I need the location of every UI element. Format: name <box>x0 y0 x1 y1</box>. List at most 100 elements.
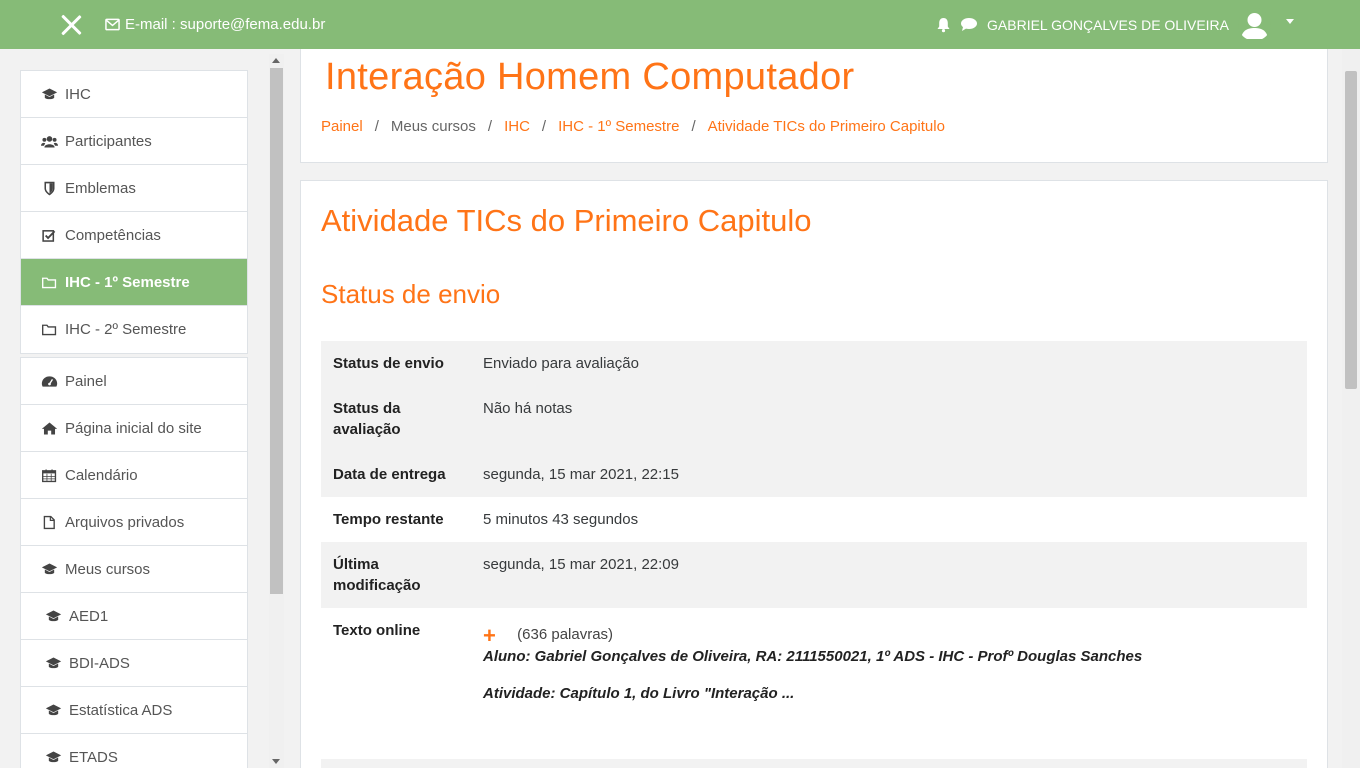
row-label: Última modificação <box>321 542 471 608</box>
submission-status-table: Status de envio Enviado para avaliação S… <box>321 341 1307 716</box>
table-row: Status de envio Enviado para avaliação <box>321 341 1307 386</box>
breadcrumb-ihc[interactable]: IHC <box>504 118 530 135</box>
sidebar-item-label: Página inicial do site <box>65 419 202 437</box>
page-scrollbar[interactable] <box>1342 49 1360 768</box>
graduation-cap-icon <box>41 88 58 99</box>
sidebar-item-label: BDI-ADS <box>69 654 130 672</box>
user-avatar[interactable] <box>1238 8 1271 41</box>
row-value: 5 minutos 43 segundos <box>483 511 639 528</box>
breadcrumb-painel[interactable]: Painel <box>321 118 363 135</box>
sidebar-item-calendario[interactable]: Calendário <box>21 452 247 499</box>
envelope-icon <box>105 18 120 31</box>
sidebar-item-arquivos-privados[interactable]: Arquivos privados <box>21 499 247 546</box>
breadcrumb: Painel / Meus cursos / IHC / IHC - 1º Se… <box>321 118 945 135</box>
sidebar-item-painel[interactable]: Painel <box>21 358 247 405</box>
row-label-text: Última modificação <box>333 556 421 594</box>
table-row: Status da avaliação Não há notas <box>321 386 1307 452</box>
row-label: Status da avaliação <box>321 386 471 452</box>
support-email-link[interactable]: E-mail : suporte@fema.edu.br <box>105 16 325 33</box>
dashboard-icon <box>41 375 58 387</box>
bell-icon[interactable] <box>936 17 951 33</box>
folder-icon <box>42 324 57 336</box>
sidebar-item-competencias[interactable]: Competências <box>21 212 247 259</box>
sidebar-item-label: IHC <box>65 85 91 103</box>
sidebar-item-ihc-1-semestre[interactable]: IHC - 1º Semestre <box>21 259 247 306</box>
sidebar-item-emblemas[interactable]: Emblemas <box>21 165 247 212</box>
row-value: Não há notas <box>471 386 1307 452</box>
sidebar-item-label: Arquivos privados <box>65 513 185 531</box>
table-row: Tempo restante 5 minutos 43 segundos <box>321 497 1307 542</box>
sidebar-item-pagina-inicial[interactable]: Página inicial do site <box>21 405 247 452</box>
table-row <box>321 759 1307 768</box>
row-label-text: Status da avaliação <box>333 400 401 438</box>
course-nav-group: IHC Participantes Emblemas Competências … <box>20 70 248 354</box>
row-value: segunda, 15 mar 2021, 22:15 <box>471 452 1307 497</box>
sidebar-scrollbar[interactable] <box>269 54 284 768</box>
users-icon <box>41 135 58 147</box>
table-row: Última modificação segunda, 15 mar 2021,… <box>321 542 1307 608</box>
breadcrumb-meus-cursos: Meus cursos <box>390 118 476 135</box>
sidebar-item-meus-cursos[interactable]: Meus cursos <box>21 546 247 593</box>
sidebar-item-label: Painel <box>65 372 107 390</box>
main-region: Interação Homem Computador Painel / Meus… <box>286 49 1342 768</box>
chevron-down-icon[interactable] <box>1286 19 1294 24</box>
sidebar-item-ihc[interactable]: IHC <box>21 71 247 118</box>
breadcrumb-separator: / <box>541 118 547 135</box>
page-scrollbar-thumb[interactable] <box>1345 71 1357 389</box>
graduation-cap-icon <box>45 751 62 763</box>
sidebar-item-label: IHC - 1º Semestre <box>65 273 190 291</box>
sidebar-drawer: IHC Participantes Emblemas Competências … <box>0 49 286 768</box>
user-menu: GABRIEL GONÇALVES DE OLIVEIRA <box>936 8 1294 41</box>
online-text-cell: + (636 palavras) Aluno: Gabriel Gonçalve… <box>471 608 1307 716</box>
scroll-up-arrow-icon[interactable] <box>272 58 280 63</box>
expand-plus-icon[interactable]: + <box>483 624 513 646</box>
sidebar-item-label: AED1 <box>69 607 109 625</box>
sidebar-item-bdi-ads[interactable]: BDI-ADS <box>21 640 247 687</box>
sidebar-item-etads[interactable]: ETADS <box>21 734 247 768</box>
breadcrumb-ihc-1-semestre[interactable]: IHC - 1º Semestre <box>558 118 679 135</box>
table-row: Data de entrega segunda, 15 mar 2021, 22… <box>321 452 1307 497</box>
page-title: Interação Homem Computador <box>325 56 855 98</box>
word-count: (636 palavras) <box>517 626 614 643</box>
assignment-title: Atividade TICs do Primeiro Capitulo <box>321 203 812 238</box>
calendar-icon <box>42 469 57 482</box>
graduation-cap-icon <box>45 704 62 715</box>
sidebar-item-label: IHC - 2º Semestre <box>65 321 187 338</box>
sidebar-item-aed1[interactable]: AED1 <box>21 593 247 640</box>
chat-bubble-icon[interactable] <box>960 17 978 32</box>
graduation-cap-icon <box>45 657 62 668</box>
shield-icon <box>44 181 55 195</box>
close-drawer-icon[interactable] <box>58 12 84 38</box>
top-navbar: E-mail : suporte@fema.edu.br GABRIEL GON… <box>0 0 1360 49</box>
sidebar-item-label: ETADS <box>69 749 118 766</box>
row-label: Status de envio <box>321 341 471 386</box>
folder-icon <box>42 277 57 288</box>
online-text-line-2: Atividade: Capítulo 1, do Livro "Interaç… <box>483 684 795 702</box>
submission-status-heading: Status de envio <box>321 279 501 309</box>
site-nav-group: Painel Página inicial do site Calendário… <box>20 357 248 768</box>
user-name[interactable]: GABRIEL GONÇALVES DE OLIVEIRA <box>987 17 1229 33</box>
row-label: Data de entrega <box>321 452 471 497</box>
sidebar-item-participantes[interactable]: Participantes <box>21 118 247 165</box>
sidebar-item-label: Emblemas <box>65 179 136 197</box>
sidebar-item-label: Estatística ADS <box>69 701 173 719</box>
home-icon <box>41 422 58 434</box>
row-value: segunda, 15 mar 2021, 22:09 <box>471 542 1307 608</box>
assignment-card: Atividade TICs do Primeiro Capitulo Stat… <box>300 180 1328 768</box>
sidebar-item-ihc-2-semestre[interactable]: IHC - 2º Semestre <box>21 306 247 353</box>
checkbox-icon <box>42 229 56 242</box>
row-value: Enviado para avaliação <box>471 341 1307 386</box>
sidebar-item-label: Calendário <box>65 466 138 484</box>
sidebar-item-estatistica-ads[interactable]: Estatística ADS <box>21 687 247 734</box>
breadcrumb-atividade[interactable]: Atividade TICs do Primeiro Capitulo <box>708 118 945 135</box>
breadcrumb-separator: / <box>691 118 696 135</box>
sidebar-item-label: Meus cursos <box>65 560 151 578</box>
row-label: Texto online <box>333 622 421 639</box>
table-row: Texto online + (636 palavras) Aluno: Gab… <box>321 608 1307 716</box>
breadcrumb-separator: / <box>374 118 379 135</box>
sidebar-scrollbar-thumb[interactable] <box>270 68 283 594</box>
row-label: Tempo restante <box>333 511 444 528</box>
scroll-down-arrow-icon[interactable] <box>272 759 280 764</box>
page-header: Interação Homem Computador Painel / Meus… <box>300 49 1328 163</box>
file-icon <box>43 515 55 529</box>
